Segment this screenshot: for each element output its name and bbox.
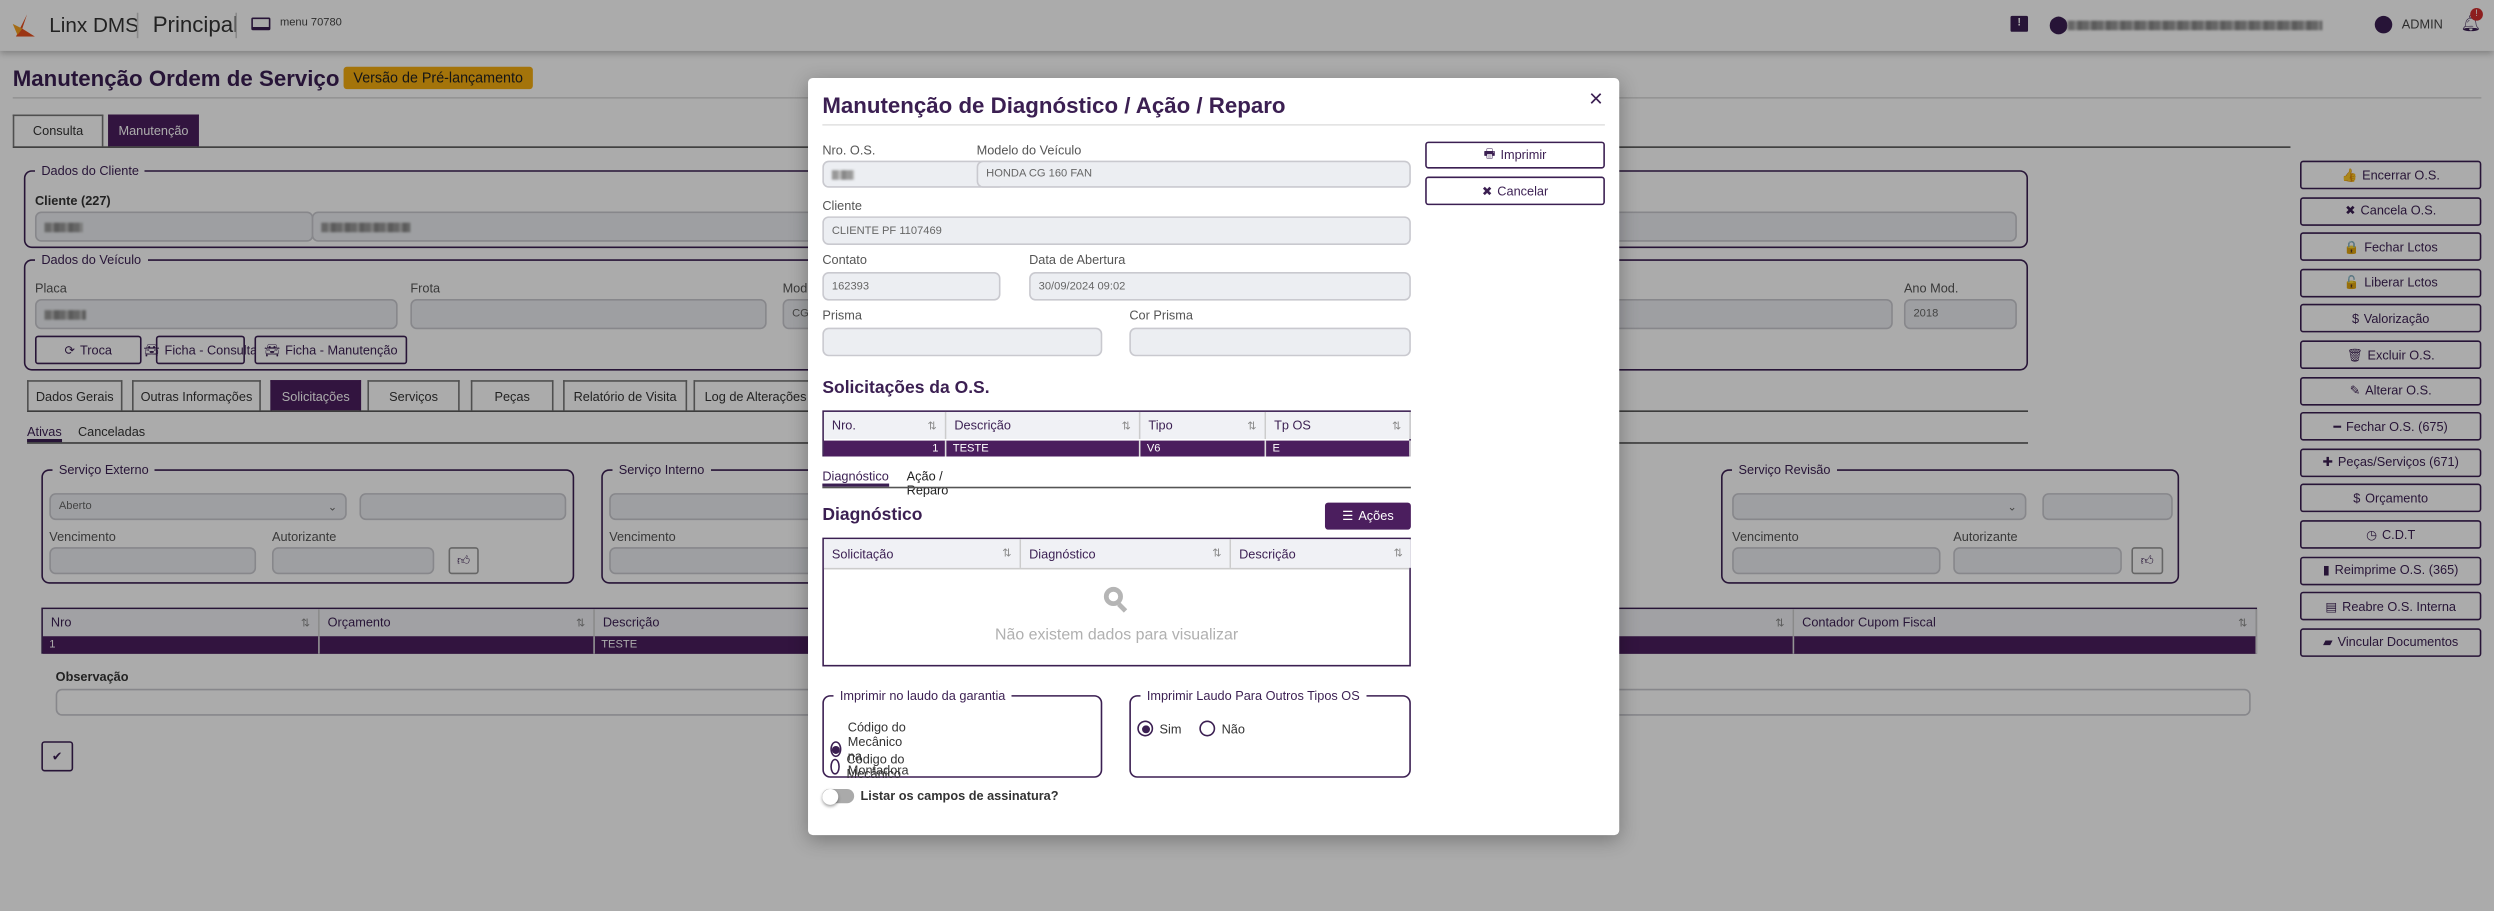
column-header-nro[interactable]: Nro. ⇅ <box>823 411 947 440</box>
radio-button[interactable] <box>1137 720 1154 737</box>
cliente-label: Cliente <box>822 198 862 214</box>
radio-label: Não <box>1221 721 1245 736</box>
radio-sim[interactable]: Sim <box>1137 720 1182 737</box>
column-header-descricao[interactable]: Descrição ⇅ <box>946 411 1141 440</box>
diagnostico-table: Solicitação ⇅ Diagnóstico ⇅ Descrição ⇅ Não… <box>822 537 1411 667</box>
cliente-input[interactable]: CLIENTE PF 1107469 <box>822 216 1411 245</box>
cell-nro: 1 <box>824 440 947 457</box>
tab-diagnostico[interactable]: Diagnóstico <box>822 469 889 487</box>
solicitacoes-title: Solicitações da O.S. <box>822 378 990 398</box>
toggle-knob <box>822 788 839 805</box>
contato-input[interactable]: 162393 <box>822 271 1001 301</box>
radio-button[interactable] <box>830 758 841 775</box>
divider <box>822 124 1605 126</box>
table-row[interactable]: 1 TESTE V6 E <box>823 440 1411 457</box>
imprimir-button[interactable]: 🖶 Imprimir <box>1425 141 1605 169</box>
radio-nao[interactable]: Não <box>1199 720 1245 737</box>
radio-label: Código do Mecânico <box>846 752 905 781</box>
cell-tp-os: E <box>1266 440 1411 457</box>
radio-button[interactable] <box>1199 720 1216 737</box>
column-header-descricao[interactable]: Descrição ⇅ <box>1231 539 1411 568</box>
column-header-tipo[interactable]: Tipo ⇅ <box>1140 411 1267 440</box>
modelo-veiculo-input[interactable]: HONDA CG 160 FAN <box>976 160 1411 188</box>
search-icon-handle <box>1117 602 1128 613</box>
cor-prisma-label: Cor Prisma <box>1129 308 1193 323</box>
column-header-diagnostico[interactable]: Diagnóstico ⇅ <box>1021 539 1232 568</box>
imprimir-label: Imprimir <box>1500 147 1547 163</box>
empty-message: Não existem dados para visualizar <box>995 626 1239 645</box>
divider <box>822 486 1411 489</box>
cell-tipo: V6 <box>1140 440 1267 457</box>
cancelar-button[interactable]: ✖ Cancelar <box>1425 176 1605 206</box>
cancelar-label: Cancelar <box>1497 183 1549 199</box>
solicitacoes-os-table: Nro. ⇅ Descrição ⇅ Tipo ⇅ Tp OS ⇅ 1 TESTE V6… <box>822 410 1411 457</box>
diagnostico-title: Diagnóstico <box>822 505 923 525</box>
signature-toggle-label: Listar os campos de assinatura? <box>860 788 1059 804</box>
data-abertura-label: Data de Abertura <box>1029 252 1126 268</box>
printer-icon: 🖶 <box>1483 145 1496 160</box>
prisma-label: Prisma <box>822 308 862 323</box>
modelo-veiculo-label: Modelo do Veículo <box>976 143 1082 158</box>
garantia-legend: Imprimir no laudo da garantia <box>839 688 1006 704</box>
data-abertura-input[interactable]: 30/09/2024 09:02 <box>1029 271 1411 301</box>
modal-title: Manutenção de Diagnóstico / Ação / Repar… <box>822 92 1286 118</box>
contato-label: Contato <box>822 252 867 268</box>
cell-descricao: TESTE <box>946 440 1141 457</box>
prisma-input[interactable] <box>822 327 1103 357</box>
acoes-button[interactable]: ☰ Ações <box>1324 502 1411 530</box>
radio-label: Sim <box>1159 721 1182 736</box>
column-header-tp-os[interactable]: Tp OS ⇅ <box>1266 411 1411 440</box>
column-header-solicitacao[interactable]: Solicitação ⇅ <box>823 539 1022 568</box>
close-icon: ✖ <box>1481 183 1493 199</box>
outros-tipos-legend: Imprimir Laudo Para Outros Tipos OS <box>1146 688 1360 704</box>
cor-prisma-input[interactable] <box>1129 327 1411 357</box>
app: Linx DMS Principal menu 70780 ! ⬤ ADMIN … <box>0 0 2494 911</box>
menu-icon: ☰ <box>1342 508 1354 524</box>
radio-codigo-mecanico[interactable]: Código do Mecânico <box>830 752 907 781</box>
nro-os-label: Nro. O.S. <box>822 143 876 158</box>
acoes-label: Ações <box>1358 508 1394 524</box>
tab-acao-reparo[interactable]: Ação / Reparo <box>907 469 949 498</box>
signature-toggle[interactable] <box>822 788 855 805</box>
close-icon[interactable]: × <box>1589 86 1603 113</box>
